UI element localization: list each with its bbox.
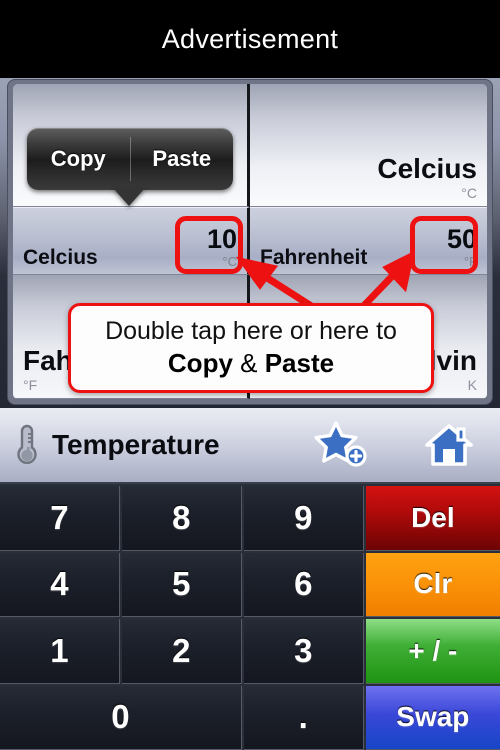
unit-cell-fahrenheit-value[interactable]: Fahrenheit 50 °F bbox=[250, 206, 487, 275]
unit-symbol-celcius: °C bbox=[461, 184, 477, 201]
key-2[interactable]: 2 bbox=[121, 619, 242, 684]
popup-pointer-icon bbox=[113, 188, 145, 206]
key-[interactable]: + / - bbox=[365, 619, 500, 684]
copy-paste-popup[interactable]: Copy Paste bbox=[27, 128, 233, 190]
toolbar: Temperature bbox=[0, 408, 500, 484]
key-4[interactable]: 4 bbox=[0, 552, 120, 617]
key-6[interactable]: 6 bbox=[243, 552, 364, 617]
instruction-callout: Double tap here or here to Copy & Paste bbox=[68, 303, 434, 393]
callout-line-1: Double tap here or here to bbox=[105, 317, 397, 346]
unit-cell-celcius-header[interactable]: Celcius °C bbox=[250, 84, 487, 207]
callout-line-2: Copy & Paste bbox=[168, 348, 334, 379]
value-unit-celcius: °C bbox=[222, 253, 237, 269]
value-unit-fahrenheit: °F bbox=[463, 253, 477, 269]
callout-copy-word: Copy bbox=[167, 347, 233, 378]
home-icon[interactable] bbox=[422, 420, 476, 470]
callout-paste-word: Paste bbox=[264, 347, 335, 378]
thermometer-icon bbox=[14, 423, 40, 467]
page-title: Temperature bbox=[52, 429, 220, 460]
key-0[interactable]: 0 bbox=[0, 685, 242, 750]
callout-ampersand: & bbox=[232, 347, 265, 378]
key-3[interactable]: 3 bbox=[243, 619, 364, 684]
paste-button[interactable]: Paste bbox=[131, 146, 234, 172]
unit-label-fahrenheit: Fahrenheit bbox=[260, 245, 368, 269]
copy-button[interactable]: Copy bbox=[27, 146, 130, 172]
numeric-keypad: 7 8 9 Del 4 5 6 Clr 1 2 3 + / - 0. Swap bbox=[0, 484, 500, 750]
key-swap[interactable]: Swap bbox=[365, 685, 500, 750]
key-del[interactable]: Del bbox=[365, 486, 500, 551]
key-9[interactable]: 9 bbox=[243, 486, 364, 551]
value-fahrenheit: 50 bbox=[446, 223, 477, 254]
unit-label-celcius: Celcius bbox=[23, 245, 98, 269]
value-celcius: 10 bbox=[206, 223, 237, 254]
key-5[interactable]: 5 bbox=[121, 552, 242, 617]
key-7[interactable]: 7 bbox=[0, 486, 120, 551]
key-1[interactable]: 1 bbox=[0, 619, 120, 684]
unit-name-celcius: Celcius bbox=[377, 152, 477, 184]
star-plus-icon[interactable] bbox=[314, 420, 370, 470]
unit-cell-celcius-value[interactable]: Celcius 10 °C bbox=[13, 206, 250, 275]
key-[interactable]: . bbox=[243, 685, 364, 750]
key-8[interactable]: 8 bbox=[121, 486, 242, 551]
advertisement-banner[interactable]: Advertisement bbox=[0, 0, 500, 78]
unit-row-2: Celcius 10 °C Fahrenheit 50 °F bbox=[13, 206, 487, 275]
key-clr[interactable]: Clr bbox=[365, 552, 500, 617]
advertisement-label: Advertisement bbox=[161, 23, 339, 54]
